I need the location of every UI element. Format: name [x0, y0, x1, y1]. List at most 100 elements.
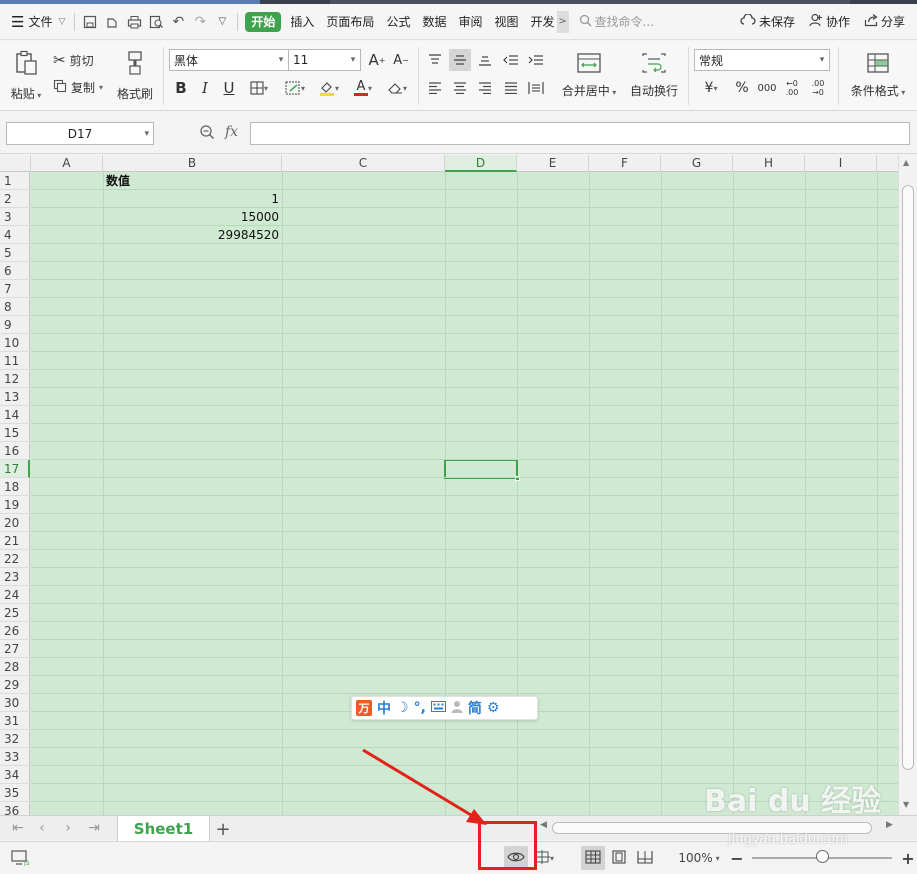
row-header[interactable]: 28 [0, 658, 30, 676]
align-bottom-icon[interactable] [474, 49, 496, 71]
italic-button[interactable]: I [194, 77, 216, 99]
scroll-left-icon[interactable]: ◀ [540, 820, 547, 830]
row-header[interactable]: 21 [0, 532, 30, 550]
share-button[interactable]: 分享 [862, 9, 907, 35]
row-header[interactable]: 31 [0, 712, 30, 730]
cell-b1[interactable]: 数值 [103, 172, 282, 190]
row-header[interactable]: 16 [0, 442, 30, 460]
print-icon[interactable] [123, 9, 145, 35]
decrease-decimal-button[interactable]: .00 →0 [806, 77, 830, 99]
thousands-button[interactable]: 000 [756, 77, 778, 99]
align-top-icon[interactable] [424, 49, 446, 71]
fill-color-icon[interactable]: ▾ [312, 77, 346, 99]
unsaved-button[interactable]: 未保存 [738, 9, 797, 35]
macro-record-icon[interactable]: JS [10, 846, 32, 870]
tab-data[interactable]: 数据 [416, 9, 452, 35]
row-header[interactable]: 10 [0, 334, 30, 352]
collaborate-button[interactable]: 协作 [807, 9, 852, 35]
increase-font-size-icon[interactable]: A + [366, 49, 388, 71]
row-header[interactable]: 33 [0, 748, 30, 766]
row-header[interactable]: 5 [0, 244, 30, 262]
moon-icon[interactable]: ☽ [396, 700, 409, 716]
row-header[interactable]: 2 [0, 190, 30, 208]
row-header[interactable]: 18 [0, 478, 30, 496]
row-header-active[interactable]: 17 [0, 460, 30, 478]
font-name-select[interactable]: 黑体 ▾ [169, 49, 289, 71]
column-header[interactable]: I [805, 155, 877, 172]
tab-view[interactable]: 视图 [488, 9, 524, 35]
currency-button[interactable]: ¥ ▾ [698, 77, 724, 99]
customize-toolbar-icon[interactable]: ▽ [211, 9, 233, 35]
formula-input[interactable] [250, 122, 910, 145]
punctuation-icon[interactable]: °, [414, 700, 426, 716]
row-header[interactable]: 26 [0, 622, 30, 640]
conditional-format-button[interactable]: 条件格式 ▾ [843, 49, 913, 103]
cut-button[interactable]: ✂ 剪切 [53, 50, 94, 70]
row-header[interactable]: 3 [0, 208, 30, 226]
number-format-select[interactable]: 常规 ▾ [694, 49, 830, 71]
increase-decimal-button[interactable]: ←0 .00 [780, 77, 804, 99]
sheet-tab-sheet1[interactable]: Sheet1 [117, 816, 210, 841]
row-header[interactable]: 7 [0, 280, 30, 298]
page-break-view-button[interactable] [633, 846, 657, 870]
row-header[interactable]: 27 [0, 640, 30, 658]
column-header[interactable]: A [31, 155, 103, 172]
clear-format-icon[interactable]: ▾ [382, 77, 412, 99]
align-right-icon[interactable] [474, 77, 496, 99]
scroll-down-icon[interactable]: ▼ [903, 800, 909, 809]
format-painter-button[interactable]: 格式刷 [114, 49, 156, 103]
column-header[interactable]: G [661, 155, 733, 172]
save-icon[interactable] [79, 9, 101, 35]
row-header[interactable]: 34 [0, 766, 30, 784]
keyboard-icon[interactable] [430, 700, 446, 716]
command-search[interactable]: 查找命令... [579, 10, 671, 34]
undo-icon[interactable]: ↶ [167, 9, 189, 35]
justify-icon[interactable] [500, 77, 522, 99]
row-header[interactable]: 9 [0, 316, 30, 334]
row-header[interactable]: 15 [0, 424, 30, 442]
prev-sheet-icon[interactable]: ‹ [32, 818, 52, 838]
bold-button[interactable]: B [170, 77, 192, 99]
row-header[interactable]: 25 [0, 604, 30, 622]
user-icon[interactable] [451, 700, 463, 717]
row-header[interactable]: 22 [0, 550, 30, 568]
column-header[interactable] [877, 155, 898, 172]
tab-home[interactable]: 开始 [245, 11, 282, 32]
tab-review[interactable]: 审阅 [452, 9, 488, 35]
file-menu[interactable]: ☰ 文件 ▽ [6, 9, 70, 35]
borders-icon[interactable]: ▾ [244, 77, 274, 99]
next-sheet-icon[interactable]: › [58, 818, 78, 838]
scroll-up-icon[interactable]: ▲ [903, 158, 909, 167]
row-header[interactable]: 36 [0, 802, 30, 815]
row-header[interactable]: 35 [0, 784, 30, 802]
row-header[interactable]: 24 [0, 586, 30, 604]
column-header[interactable]: E [517, 155, 589, 172]
decrease-font-size-icon[interactable]: A − [390, 49, 412, 71]
font-color-icon[interactable]: A ▾ [348, 77, 378, 99]
column-header-active[interactable]: D [445, 155, 517, 172]
align-left-icon[interactable] [424, 77, 446, 99]
align-middle-icon[interactable] [449, 49, 471, 71]
row-header[interactable]: 32 [0, 730, 30, 748]
zoom-in-button[interactable]: + [900, 846, 916, 870]
ime-mode-toggle[interactable]: 中 [377, 698, 391, 718]
percent-button[interactable]: % [731, 77, 753, 99]
cell-b4[interactable]: 29984520 [103, 226, 282, 244]
ime-simplified-toggle[interactable]: 简 [468, 698, 482, 718]
vertical-scrollbar[interactable]: ▲ ▼ [898, 155, 917, 815]
underline-button[interactable]: U [218, 77, 240, 99]
font-size-select[interactable]: 11 ▾ [289, 49, 361, 71]
row-header[interactable]: 1 [0, 172, 30, 190]
tab-insert[interactable]: 插入 [284, 9, 320, 35]
row-header[interactable]: 12 [0, 370, 30, 388]
row-header[interactable]: 29 [0, 676, 30, 694]
paste-button[interactable]: 粘贴 ▾ [8, 49, 44, 103]
row-header[interactable]: 4 [0, 226, 30, 244]
column-header[interactable]: F [589, 155, 661, 172]
tab-page-layout[interactable]: 页面布局 [320, 9, 380, 35]
cell-b2[interactable]: 1 [103, 190, 282, 208]
page-layout-view-button[interactable] [607, 846, 631, 870]
print-preview-icon[interactable] [145, 9, 167, 35]
gear-icon[interactable]: ⚙ [487, 700, 500, 716]
wrap-text-button[interactable]: 自动换行 [626, 49, 682, 103]
